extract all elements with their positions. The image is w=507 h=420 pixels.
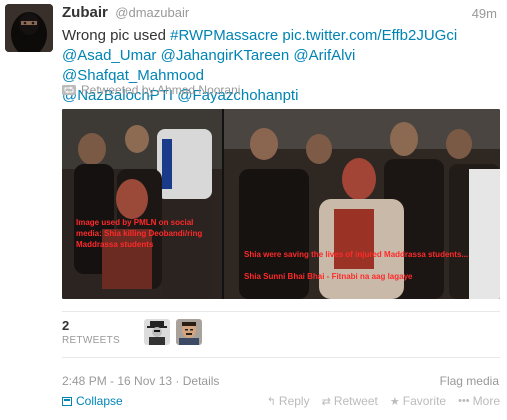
retweet-label: Retweet [333, 394, 378, 408]
mention-link[interactable]: @Shafqat_Mahmood [62, 67, 204, 84]
tweet-meta: 2:48 PM - 16 Nov 13 · Details [62, 374, 219, 388]
tweet-media[interactable]: Image used by PMLN on social media: Shia… [62, 109, 500, 299]
media-photo-right: Shia were saving the lives of injured Ma… [224, 109, 500, 299]
tweet-timestamp[interactable]: 49m [472, 6, 497, 21]
more-icon: ••• [458, 395, 470, 407]
stats-divider-bottom [62, 357, 500, 358]
retweeter-avatar[interactable] [176, 319, 202, 345]
more-button[interactable]: ••• More [458, 394, 500, 408]
author-name[interactable]: Zubair [62, 4, 108, 21]
author-handle[interactable]: @dmazubair [115, 5, 189, 20]
details-link[interactable]: Details [183, 374, 220, 388]
favorite-label: Favorite [402, 394, 447, 408]
mention-link[interactable]: @JahangirKTareen [161, 47, 290, 64]
star-icon: ★ [389, 395, 400, 408]
tweet-prefix: Wrong pic used [62, 27, 171, 44]
media-caption-left: Image used by PMLN on social media: Shia… [76, 218, 203, 249]
reply-label: Reply [278, 394, 310, 408]
media-link[interactable]: pic.twitter.com/Effb2JUGci [282, 27, 457, 44]
media-caption-right-1: Shia were saving the lives of injured Ma… [244, 250, 469, 259]
collapse-button[interactable]: Collapse [62, 394, 123, 408]
tweet-header: Zubair @dmazubair 49m [62, 4, 497, 24]
media-photo-left: Image used by PMLN on social media: Shia… [62, 109, 222, 299]
hashtag-link[interactable]: #RWPMassacre [170, 27, 278, 44]
more-label: More [472, 394, 500, 408]
tweet-footer: Collapse ↰ Reply ⇄ Retweet ★ Favorite ••… [62, 394, 500, 410]
favorite-button[interactable]: ★ Favorite [390, 394, 446, 408]
retweet-icon [62, 85, 76, 95]
collapse-icon [62, 396, 72, 406]
retweeter-avatars [144, 319, 202, 345]
reply-icon: ↰ [266, 395, 276, 408]
media-caption-right-2: Shia Sunni Bhai Bhai - Fitnabi na aag la… [244, 272, 413, 281]
retweeted-by-label[interactable]: Retweeted by Ahmad Noorani [81, 83, 240, 97]
flag-media-link[interactable]: Flag media [440, 374, 499, 388]
tweet-actions: ↰ Reply ⇄ Retweet ★ Favorite ••• More [267, 394, 500, 408]
retweeter-avatar[interactable] [144, 319, 170, 345]
mention-link[interactable]: @ArifAlvi [293, 47, 355, 64]
retweeted-by: Retweeted by Ahmad Noorani [62, 83, 240, 97]
retweet-icon: ⇄ [321, 395, 331, 408]
meta-separator: · [172, 374, 183, 388]
retweet-count[interactable]: 2 [62, 318, 120, 333]
mention-link[interactable]: @Asad_Umar [62, 47, 156, 64]
author-avatar[interactable] [5, 4, 53, 52]
reply-button[interactable]: ↰ Reply [267, 394, 310, 408]
retweet-label: RETWEETS [62, 335, 120, 346]
retweet-button[interactable]: ⇄ Retweet [322, 394, 378, 408]
retweet-stats[interactable]: 2 RETWEETS [62, 318, 120, 346]
stats-divider-top [62, 311, 500, 312]
full-timestamp[interactable]: 2:48 PM - 16 Nov 13 [62, 374, 172, 388]
collapse-label: Collapse [76, 394, 123, 408]
